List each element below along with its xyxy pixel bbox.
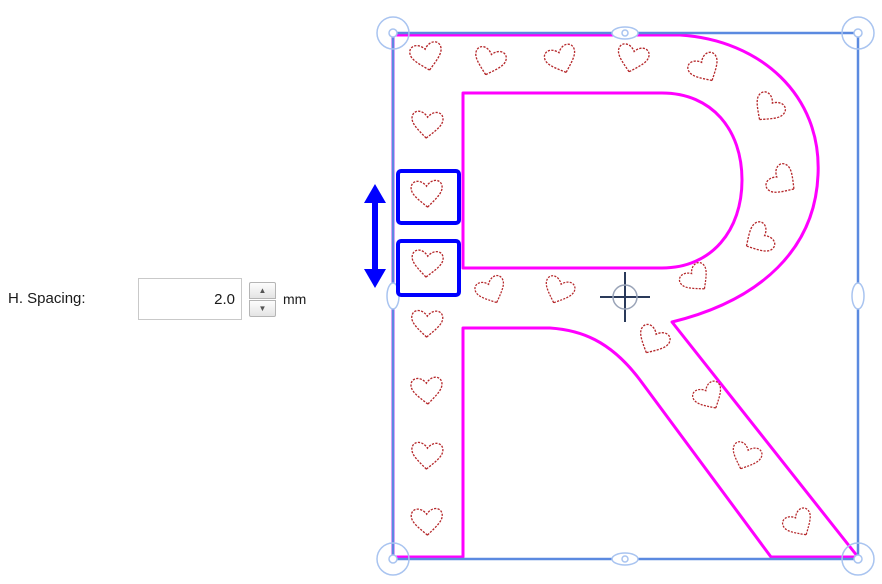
spacing-box-lower [396,239,461,297]
heart-icon [684,49,727,89]
heart-icon [410,179,444,209]
heart-icon [409,376,444,406]
heart-icon [726,439,765,475]
heart-icon [779,505,820,544]
spacing-box-upper [396,169,461,225]
corner-dot-top-right[interactable] [853,28,863,38]
heart-icon [410,110,445,140]
spacing-highlight [396,169,461,297]
heart-icon [410,309,444,339]
design-canvas[interactable] [0,0,882,584]
edge-dot-bottom[interactable] [621,555,629,563]
crosshair-icon[interactable] [600,272,650,322]
heart-icon [472,272,511,310]
r-bowl-inner-path [461,91,744,270]
heart-icon [762,160,804,203]
heart-icon [410,441,444,471]
corner-dot-bottom-right[interactable] [853,554,863,564]
heart-icon [746,88,789,130]
heart-icon [409,248,445,280]
edge-handle-right[interactable] [851,282,865,310]
heart-icon [541,41,582,79]
heart-icon [738,218,778,261]
heart-icon [613,41,652,77]
heart-icon [470,44,509,80]
heart-icon [631,321,674,361]
corner-dot-bottom-left[interactable] [388,554,398,564]
heart-icon [410,507,444,537]
heart-icon [407,39,446,75]
vertical-double-arrow-icon [364,184,386,288]
corner-dot-top-left[interactable] [388,28,398,38]
edge-dot-top[interactable] [621,29,629,37]
heart-icon [539,273,578,309]
